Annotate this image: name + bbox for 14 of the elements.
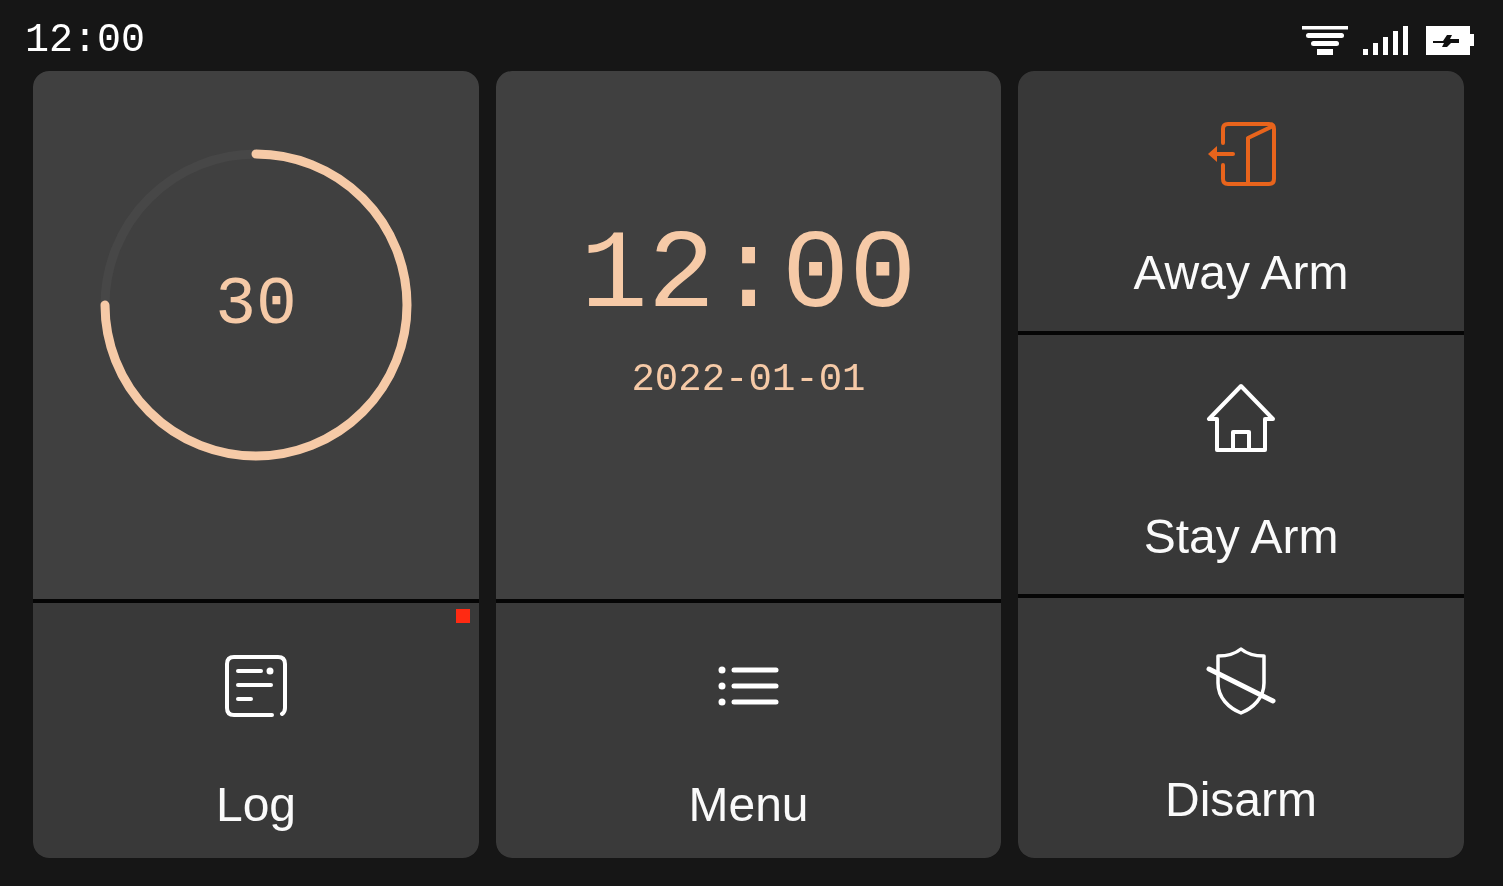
menu-icon [717, 665, 780, 707]
clock-date: 2022-01-01 [631, 361, 866, 400]
disarm-mode-button[interactable]: Disarm [1018, 598, 1464, 858]
cellular-signal-icon [1363, 26, 1411, 55]
countdown-value: 30 [215, 271, 297, 339]
clock-time: 12:00 [580, 221, 917, 333]
battery-icon [1426, 26, 1474, 55]
stay-mode-button[interactable]: Stay Arm [1018, 334, 1464, 595]
wifi-icon [1302, 26, 1348, 55]
menu-button[interactable]: Menu [496, 603, 1001, 858]
document-list-icon [224, 654, 288, 718]
log-button[interactable]: Log [33, 603, 479, 858]
status-time: 12:00 [25, 20, 146, 61]
away-mode-button[interactable]: Away Arm [1018, 71, 1464, 331]
